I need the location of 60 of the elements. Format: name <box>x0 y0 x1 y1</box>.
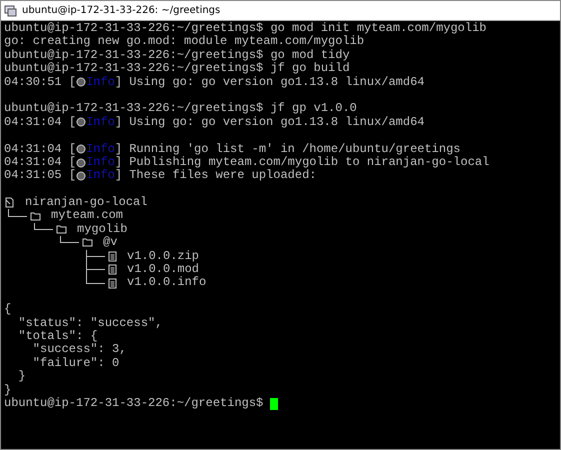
tree-item-label: niranjan-go-local <box>25 196 148 210</box>
log-time: 04:31:04 <box>4 142 62 156</box>
log-level: Info <box>86 142 115 156</box>
file-icon <box>108 250 117 262</box>
log-message: Publishing myteam.com/mygolib to niranjan-go-local <box>129 156 490 169</box>
bracket: [ <box>68 169 76 183</box>
file-icon <box>108 278 117 289</box>
tree-item-label: @v <box>103 236 118 250</box>
status-dot-icon <box>76 77 86 88</box>
log-time: 04:31:04 <box>4 116 62 130</box>
status-dot-icon <box>76 170 86 181</box>
cursor <box>270 398 278 410</box>
terminal-line: ubuntu@ip-172-31-33-226:~/greetings$ go mod init myteam.com/mygolib <box>4 22 486 35</box>
status-dot-icon <box>76 144 86 154</box>
terminal-line: } <box>4 384 12 397</box>
bracket: [ <box>68 156 76 169</box>
log-message: Running 'go list -m' in /home/ubuntu/greetings <box>129 142 460 156</box>
terminal-line: ubuntu@ip-172-31-33-226:~/greetings$ jf go build <box>4 62 350 76</box>
bracket: [ <box>68 76 76 89</box>
log-level: Info <box>86 76 115 89</box>
bracket: ] <box>114 142 122 156</box>
bracket: [ <box>68 142 76 156</box>
terminal-line: "success": 3, <box>32 343 126 357</box>
log-level: Info <box>86 116 115 130</box>
log-message: These files were uploaded: <box>129 169 316 183</box>
terminal-line: ubuntu@ip-172-31-33-226:~/greetings$ jf gp v1.0.0 <box>4 102 357 116</box>
terminal-app-icon <box>4 4 17 17</box>
log-time: 04:31:04 <box>4 156 62 170</box>
bracket: ] <box>114 169 122 183</box>
terminal-line: "totals": { <box>17 330 98 343</box>
window-title: ubuntu@ip-172-31-33-226: ~/greetings <box>22 5 220 16</box>
terminal-line: go: creating new go.mod: module myteam.com/mygolib <box>4 35 364 49</box>
folder-icon <box>30 212 41 221</box>
tree-item-label: myteam.com <box>51 209 124 223</box>
tree-item-label: v1.0.0.info <box>127 276 206 290</box>
repository-icon <box>4 197 15 208</box>
folder-icon <box>82 238 93 248</box>
log-level: Info <box>86 156 115 169</box>
terminal-line: "status": "success", <box>17 316 162 330</box>
tree-item-label: mygolib <box>77 222 128 236</box>
terminal-line: ubuntu@ip-172-31-33-226:~/greetings$ go mod tidy <box>4 48 350 62</box>
folder-icon <box>56 225 67 234</box>
terminal-line: "failure": 0 <box>32 356 120 370</box>
bracket: ] <box>114 116 122 130</box>
file-icon <box>108 264 117 276</box>
log-level: Info <box>86 169 115 183</box>
bracket: [ <box>68 116 76 130</box>
tree-item-label: v1.0.0.zip <box>127 250 200 263</box>
shell-prompt: ubuntu@ip-172-31-33-226:~/greetings$ <box>4 396 264 410</box>
bracket: ] <box>114 156 122 169</box>
log-message: Using go: go version go1.13.8 linux/amd64 <box>129 76 424 89</box>
status-dot-icon <box>76 117 86 128</box>
log-message: Using go: go version go1.13.8 linux/amd64 <box>129 116 424 130</box>
bracket: ] <box>114 76 122 89</box>
tree-item-label: v1.0.0.mod <box>127 263 200 276</box>
terminal-line: { <box>4 303 12 317</box>
log-time: 04:30:51 <box>4 76 62 89</box>
status-dot-icon <box>76 158 86 168</box>
log-time: 04:31:05 <box>4 169 62 183</box>
terminal-line: } <box>17 370 26 384</box>
